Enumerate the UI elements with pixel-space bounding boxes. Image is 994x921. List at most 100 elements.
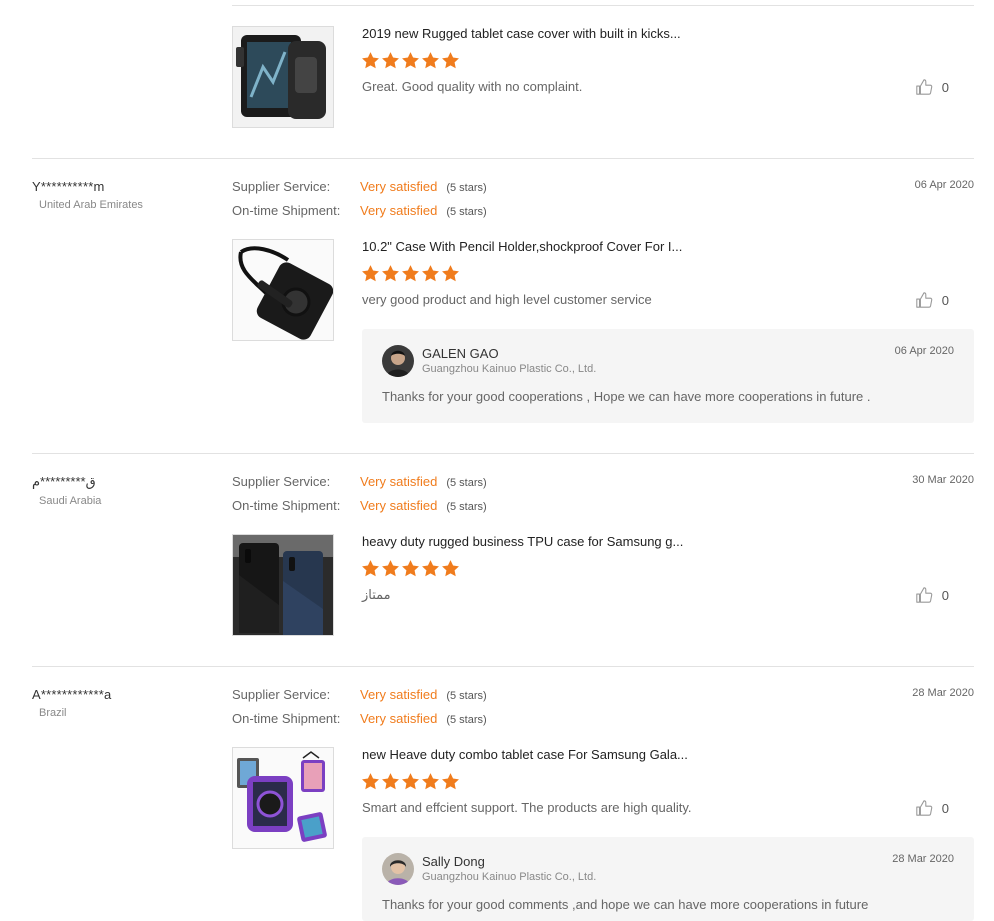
star-icon — [362, 560, 379, 577]
buyer-country: Saudi Arabia — [39, 495, 102, 507]
divider — [32, 666, 974, 667]
product-title[interactable]: 2019 new Rugged tablet case cover with b… — [362, 26, 681, 41]
like-count: 0 — [941, 292, 949, 308]
supplier-service-stars: (5 stars) — [446, 477, 487, 489]
star-icon — [442, 773, 459, 790]
star-icon — [422, 773, 439, 790]
like-count: 0 — [941, 587, 949, 603]
star-icon — [402, 560, 419, 577]
like-button[interactable]: 0 — [915, 78, 949, 96]
supplier-reply: GALEN GAO Guangzhou Kainuo Plastic Co., … — [362, 329, 974, 423]
review-date: 30 Mar 2020 — [912, 474, 974, 486]
review-date: 28 Mar 2020 — [912, 687, 974, 699]
buyer-country: Brazil — [39, 707, 67, 719]
star-icon — [382, 773, 399, 790]
review-comment: ممتاز — [362, 587, 391, 602]
supplier-ratings: Supplier Service: Very satisfied (5 star… — [232, 687, 487, 735]
star-icon — [362, 265, 379, 282]
buyer-name: Y**********m — [32, 179, 105, 194]
ontime-shipment-label: On-time Shipment: — [232, 498, 341, 513]
review-item: 2019 new Rugged tablet case cover with b… — [32, 0, 974, 158]
product-image[interactable] — [232, 239, 334, 341]
star-icon — [382, 265, 399, 282]
star-icon — [442, 52, 459, 69]
avatar — [382, 853, 414, 885]
supplier-service-label: Supplier Service: — [232, 474, 331, 489]
review-comment: Great. Good quality with no complaint. — [362, 79, 583, 94]
buyer-country: United Arab Emirates — [39, 199, 143, 211]
ontime-shipment-label: On-time Shipment: — [232, 711, 341, 726]
supplier-service-value: Very satisfied — [360, 179, 438, 194]
avatar — [382, 345, 414, 377]
star-icon — [362, 773, 379, 790]
like-count: 0 — [941, 79, 949, 95]
supplier-ratings: Supplier Service: Very satisfied (5 star… — [232, 179, 487, 227]
review-item: Y**********m United Arab Emirates Suppli… — [32, 179, 974, 453]
product-rating-stars — [361, 772, 460, 791]
divider — [32, 158, 974, 159]
buyer-info: ق*********م Saudi Arabia — [32, 474, 222, 507]
ontime-shipment-stars: (5 stars) — [446, 714, 487, 726]
star-icon — [422, 560, 439, 577]
ontime-shipment-value: Very satisfied — [360, 711, 438, 726]
buyer-name: A************a — [32, 687, 112, 702]
review-comment: very good product and high level custome… — [362, 292, 652, 307]
product-image[interactable] — [232, 26, 334, 128]
review-date: 06 Apr 2020 — [914, 179, 974, 191]
supplier-service-label: Supplier Service: — [232, 687, 331, 702]
review-comment: Smart and effcient support. The products… — [362, 800, 692, 815]
supplier-service-label: Supplier Service: — [232, 179, 331, 194]
supplier-ratings: Supplier Service: Very satisfied (5 star… — [232, 474, 487, 522]
thumbs-up-icon — [916, 587, 933, 603]
star-icon — [382, 560, 399, 577]
reply-author: GALEN GAO — [422, 346, 499, 361]
reply-author: Sally Dong — [422, 854, 485, 869]
reply-text: Thanks for your good comments ,and hope … — [382, 897, 869, 912]
thumbs-up-icon — [916, 79, 933, 95]
star-icon — [402, 265, 419, 282]
ontime-shipment-value: Very satisfied — [360, 498, 438, 513]
thumbs-up-icon — [916, 292, 933, 308]
product-title[interactable]: new Heave duty combo tablet case For Sam… — [362, 747, 688, 762]
ontime-shipment-stars: (5 stars) — [446, 501, 487, 513]
like-button[interactable]: 0 — [915, 291, 949, 309]
product-image[interactable] — [232, 747, 334, 849]
star-icon — [442, 560, 459, 577]
reply-company: Guangzhou Kainuo Plastic Co., Ltd. — [422, 871, 597, 883]
reply-date: 28 Mar 2020 — [892, 853, 954, 865]
star-icon — [362, 52, 379, 69]
star-icon — [382, 52, 399, 69]
product-rating-stars — [361, 559, 460, 578]
like-button[interactable]: 0 — [915, 586, 949, 604]
product-rating-stars — [361, 51, 460, 70]
supplier-service-value: Very satisfied — [360, 687, 438, 702]
ontime-shipment-value: Very satisfied — [360, 203, 438, 218]
review-item: A************a Brazil Supplier Service: … — [32, 687, 974, 921]
buyer-name: ق*********م — [32, 474, 96, 489]
reply-date: 06 Apr 2020 — [894, 345, 954, 357]
supplier-service-value: Very satisfied — [360, 474, 438, 489]
buyer-info: Y**********m United Arab Emirates — [32, 179, 222, 211]
supplier-reply: Sally Dong Guangzhou Kainuo Plastic Co.,… — [362, 837, 974, 921]
star-icon — [422, 52, 439, 69]
supplier-service-stars: (5 stars) — [446, 182, 487, 194]
review-item: ق*********م Saudi Arabia Supplier Servic… — [32, 474, 974, 666]
supplier-service-stars: (5 stars) — [446, 690, 487, 702]
ontime-shipment-label: On-time Shipment: — [232, 203, 341, 218]
star-icon — [422, 265, 439, 282]
reply-company: Guangzhou Kainuo Plastic Co., Ltd. — [422, 363, 597, 375]
product-image[interactable] — [232, 534, 334, 636]
like-button[interactable]: 0 — [915, 799, 949, 817]
ontime-shipment-stars: (5 stars) — [446, 206, 487, 218]
product-rating-stars — [361, 264, 460, 283]
product-title[interactable]: heavy duty rugged business TPU case for … — [362, 534, 683, 549]
thumbs-up-icon — [916, 800, 933, 816]
buyer-info: A************a Brazil — [32, 687, 222, 719]
divider — [32, 453, 974, 454]
star-icon — [442, 265, 459, 282]
star-icon — [402, 52, 419, 69]
star-icon — [402, 773, 419, 790]
like-count: 0 — [941, 800, 949, 816]
reply-text: Thanks for your good cooperations , Hope… — [382, 389, 871, 404]
product-title[interactable]: 10.2" Case With Pencil Holder,shockproof… — [362, 239, 682, 254]
